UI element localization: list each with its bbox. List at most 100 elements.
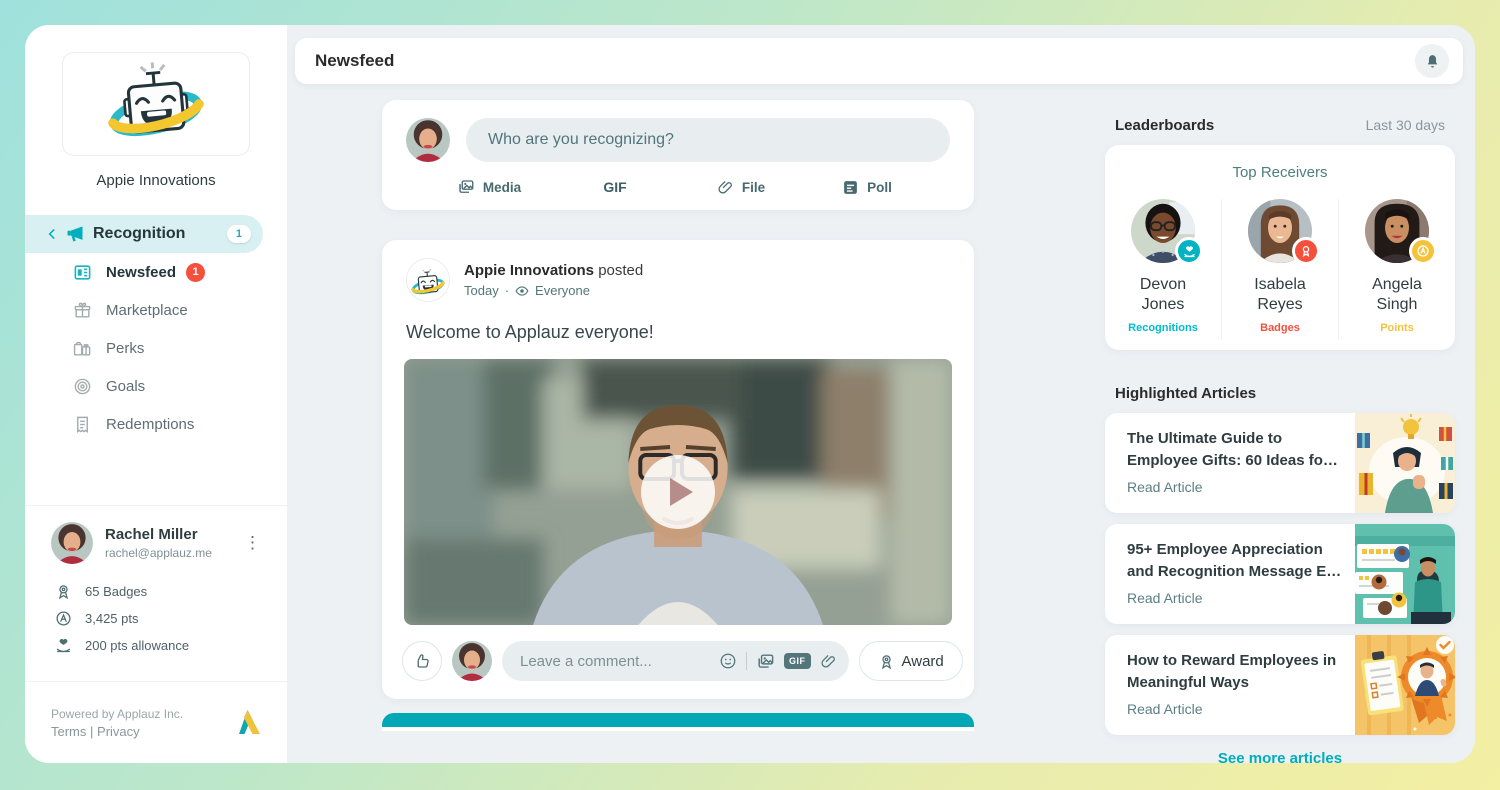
receiver-angela-singh[interactable]: Angela Singh Points <box>1338 199 1455 340</box>
leaderboard-card: Top Receivers Devon Jones <box>1105 145 1455 350</box>
divider <box>746 652 747 670</box>
next-post-peek <box>382 713 974 727</box>
newsfeed-icon <box>72 263 92 282</box>
commenter-avatar <box>452 641 492 681</box>
receiver-name: Angela Singh <box>1357 275 1437 315</box>
read-article-link[interactable]: Read Article <box>1127 701 1345 717</box>
article-title: 95+ Employee Appreciation and Recognitio… <box>1127 539 1345 583</box>
read-article-link[interactable]: Read Article <box>1127 590 1345 606</box>
kebab-menu-icon[interactable]: ⋮ <box>238 529 267 557</box>
sidebar-footer: Powered by Applauz Inc. Terms | Privacy <box>25 681 287 763</box>
medal-icon <box>55 583 72 600</box>
main-area: Newsfeed <box>287 25 1475 763</box>
paperclip-icon <box>717 179 734 196</box>
company-logo[interactable] <box>62 52 250 156</box>
post-date: Today <box>464 283 499 298</box>
sidebar: Appie Innovations Recognition 1 Newsfee <box>25 25 287 763</box>
poll-icon <box>842 179 859 196</box>
page-title: Newsfeed <box>315 51 394 71</box>
poll-button[interactable]: Poll <box>804 178 930 196</box>
leaderboards-period: Last 30 days <box>1366 117 1445 133</box>
article-card-1[interactable]: The Ultimate Guide to Employee Gifts: 60… <box>1105 413 1455 513</box>
post-author-name: Appie Innovations <box>464 262 594 279</box>
sidebar-item-label: Goals <box>106 378 145 395</box>
article-title: How to Reward Employees in Meaningful Wa… <box>1127 650 1345 694</box>
sidebar-item-perks[interactable]: Perks <box>25 329 287 367</box>
feed-column: Media GIF File Poll <box>382 84 974 763</box>
medal-icon <box>1292 237 1320 265</box>
receiver-isabela-reyes[interactable]: Isabela Reyes Badges <box>1221 199 1338 340</box>
receiver-name: Isabela Reyes <box>1240 275 1320 315</box>
post-video[interactable] <box>404 359 952 625</box>
gif-button[interactable]: GIF <box>552 178 678 196</box>
notifications-button[interactable] <box>1415 44 1449 78</box>
emoji-icon[interactable] <box>719 652 737 670</box>
receiver-category: Badges <box>1260 322 1300 334</box>
company-name: Appie Innovations <box>25 172 287 189</box>
paperclip-icon[interactable] <box>820 653 837 670</box>
media-icon <box>457 178 475 196</box>
user-name: Rachel Miller <box>105 526 212 543</box>
stat-allowance: 200 pts allowance <box>55 632 267 659</box>
footer-separator: | <box>90 724 93 739</box>
article-title: The Ultimate Guide to Employee Gifts: 60… <box>1127 428 1345 472</box>
sidebar-item-label: Redemptions <box>106 416 194 433</box>
points-icon <box>55 610 72 627</box>
receiver-category: Points <box>1380 322 1414 334</box>
sidebar-item-newsfeed[interactable]: Newsfeed 1 <box>25 253 287 291</box>
sidebar-item-marketplace[interactable]: Marketplace <box>25 291 287 329</box>
post-composer: Media GIF File Poll <box>382 100 974 210</box>
sidebar-item-goals[interactable]: Goals <box>25 367 287 405</box>
comment-input-pill: GIF <box>502 641 849 681</box>
receiver-name: Devon Jones <box>1123 275 1203 315</box>
see-more-articles-link[interactable]: See more articles <box>1105 750 1455 763</box>
article-card-2[interactable]: 95+ Employee Appreciation and Recognitio… <box>1105 524 1455 624</box>
comment-input[interactable] <box>520 653 719 670</box>
eye-icon <box>515 284 529 298</box>
article-thumbnail-gifts <box>1355 413 1455 513</box>
like-button[interactable] <box>402 641 442 681</box>
gif-icon[interactable]: GIF <box>784 653 811 669</box>
user-email: rachel@applauz.me <box>105 546 212 560</box>
sidebar-item-redemptions[interactable]: Redemptions <box>25 405 287 443</box>
receiver-devon-jones[interactable]: Devon Jones Recognitions <box>1105 199 1221 340</box>
notification-count-badge: 1 <box>186 263 205 282</box>
post-verb: posted <box>598 262 643 279</box>
sidebar-nav: Recognition 1 Newsfeed 1 Marketplace <box>25 215 287 443</box>
allowance-icon <box>55 637 72 654</box>
post-author-avatar <box>406 258 450 302</box>
sidebar-item-label: Perks <box>106 340 144 357</box>
page-header: Newsfeed <box>295 38 1463 84</box>
post-audience: Everyone <box>535 283 590 298</box>
marketplace-icon <box>72 301 92 320</box>
sidebar-item-recognition[interactable]: Recognition 1 <box>25 215 263 253</box>
sidebar-item-label: Newsfeed <box>106 264 176 281</box>
comment-bar: GIF Award <box>382 625 974 699</box>
composer-avatar <box>406 118 450 162</box>
user-avatar[interactable] <box>51 522 93 564</box>
article-thumbnail-rewards <box>1355 635 1455 735</box>
award-button[interactable]: Award <box>859 641 963 681</box>
user-block: Rachel Miller rachel@applauz.me ⋮ 65 Bad… <box>25 505 287 665</box>
chevron-left-icon <box>45 227 59 241</box>
megaphone-icon <box>65 224 85 244</box>
article-card-3[interactable]: How to Reward Employees in Meaningful Wa… <box>1105 635 1455 735</box>
hand-heart-icon <box>1175 237 1203 265</box>
right-rail: Leaderboards Last 30 days Top Receivers <box>1105 84 1455 763</box>
file-button[interactable]: File <box>678 178 804 196</box>
points-icon <box>1409 237 1437 265</box>
sidebar-item-label: Recognition <box>93 225 185 243</box>
award-medal-icon <box>878 653 895 670</box>
stat-points: 3,425 pts <box>55 605 267 632</box>
media-icon[interactable] <box>756 652 775 671</box>
recognize-input[interactable] <box>466 118 950 162</box>
terms-link[interactable]: Terms <box>51 724 86 739</box>
play-icon <box>670 478 693 506</box>
privacy-link[interactable]: Privacy <box>97 724 140 739</box>
media-button[interactable]: Media <box>426 178 552 196</box>
bell-icon <box>1424 53 1441 70</box>
section-count-badge: 1 <box>227 225 251 243</box>
read-article-link[interactable]: Read Article <box>1127 479 1345 495</box>
play-button[interactable] <box>641 455 715 529</box>
receiver-category: Recognitions <box>1128 322 1198 334</box>
